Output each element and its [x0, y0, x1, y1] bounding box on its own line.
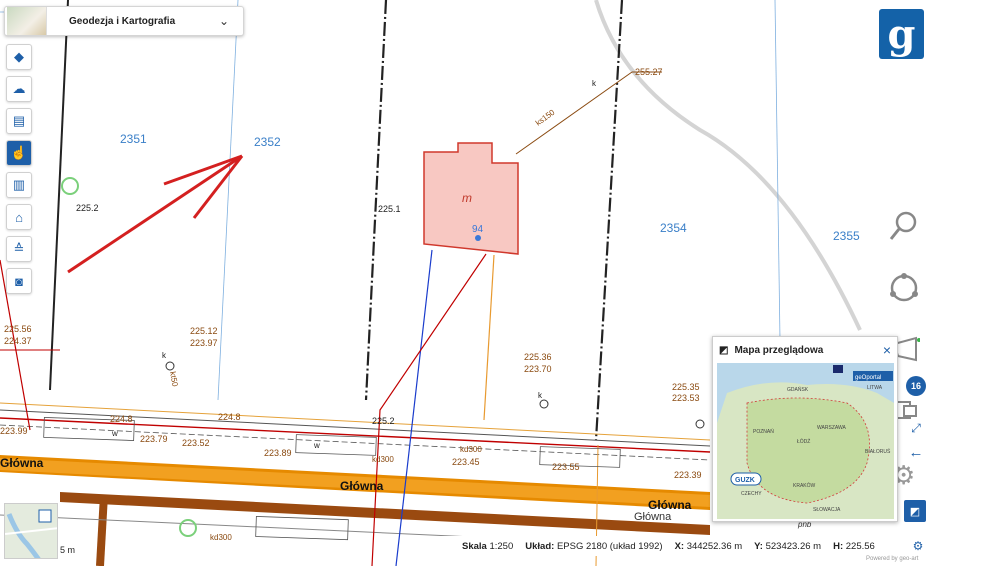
region-label: KRAKÓW: [793, 482, 816, 489]
street-name: Główna: [0, 456, 44, 470]
height-label: 225.2: [372, 416, 395, 426]
height-label: 223.89: [264, 448, 292, 458]
overview-toggle-icon[interactable]: ◩: [904, 500, 926, 522]
region-label: ŁÓDŹ: [797, 438, 810, 445]
height-label: 223.97: [190, 338, 218, 348]
height-label: 224.8: [110, 414, 133, 424]
building-number: 94: [472, 224, 484, 235]
scale-bar-label: 5 m: [60, 545, 76, 555]
h-value: 225.56: [845, 540, 875, 552]
sunrise-icon[interactable]: ≙: [6, 236, 32, 262]
region-label: WARSZAWA: [817, 425, 847, 431]
geoportal-logo[interactable]: g: [879, 9, 924, 59]
region-label: POZNAŃ: [753, 428, 774, 435]
height-label: 223.39: [674, 470, 702, 480]
network-icon[interactable]: [886, 270, 922, 313]
building-label: m: [462, 191, 472, 205]
y-value: 523423.26 m: [765, 540, 822, 552]
layer-selector[interactable]: Geodezja i Kartografia ⌄: [4, 6, 244, 36]
height-label: 223.70: [524, 364, 552, 374]
region-label: CZECHY: [741, 491, 762, 497]
home-euro-icon[interactable]: ⌂: [6, 204, 32, 230]
pointer-hand-icon[interactable]: ☝: [6, 140, 32, 166]
chevron-down-icon[interactable]: ⌄: [219, 14, 229, 28]
system-value[interactable]: EPSG 2180 (układ 1992): [557, 541, 663, 552]
cloud-icon[interactable]: ☁: [6, 76, 32, 102]
region-label: GDAŃSK: [787, 386, 809, 393]
misc-label: kd300: [210, 533, 232, 542]
overview-brand: geOportal: [855, 375, 881, 381]
misc-label: kd300: [372, 455, 394, 464]
parcel-label: 2355: [833, 229, 860, 243]
height-label: 223.79: [140, 434, 168, 444]
height-label: 225.1: [378, 204, 401, 214]
location-minimap[interactable]: [4, 503, 58, 559]
scale-label: Skala: [462, 540, 487, 552]
region-label: SŁOWACJA: [813, 507, 841, 513]
search-icon[interactable]: [888, 208, 922, 249]
left-toolbar: ◆ ☁ ▤ ☝ ▥ ⌂ ≙ ◙: [6, 44, 32, 294]
statusbar-settings-icon[interactable]: ⚙: [908, 536, 928, 556]
height-label: 255.27: [635, 67, 663, 77]
layer-thumbnail: [7, 7, 47, 35]
parcel-label: 2352: [254, 135, 281, 149]
close-icon[interactable]: ×: [883, 342, 891, 358]
powered-by: Powered by geo-art: [866, 556, 919, 562]
x-value: 344252.36 m: [686, 540, 743, 552]
height-label: 225.36: [524, 352, 552, 362]
region-label: LITWA: [867, 385, 883, 391]
misc-label: w: [111, 429, 118, 438]
overview-title: Mapa przeglądowa: [734, 344, 824, 356]
system-label: Układ:: [525, 540, 555, 552]
height-label: 223.99: [0, 426, 28, 436]
region-label: BIAŁORUŚ: [865, 447, 891, 455]
misc-label: w: [313, 441, 320, 450]
overview-map-panel[interactable]: ◩ Mapa przeglądowa × geOportal GUZK LITW…: [712, 336, 898, 522]
height-label: 223.52: [182, 438, 210, 448]
y-label: Y:: [754, 540, 763, 552]
height-label: 224.8: [218, 412, 241, 422]
counter-badge[interactable]: 16: [906, 376, 926, 396]
print-icon[interactable]: ▤: [6, 108, 32, 134]
misc-label: kd300: [460, 445, 482, 454]
overview-badge: GUZK: [735, 477, 755, 484]
camera-icon[interactable]: ◙: [6, 268, 32, 294]
street-name-small: Główna: [634, 511, 672, 523]
status-bar: Skala 1:250 Układ: EPSG 2180 (układ 1992…: [440, 536, 925, 556]
street-name: Główna: [648, 498, 692, 512]
street-name: Główna: [340, 479, 384, 493]
layers-icon[interactable]: ◆: [6, 44, 32, 70]
overview-map-icon: ◩: [719, 344, 729, 356]
overview-mini-map[interactable]: geOportal GUZK LITWA WARSZAWA ŁÓDŹ POZNA…: [717, 363, 894, 519]
height-label: 225.2: [76, 203, 99, 213]
height-label: 224.37: [4, 336, 32, 346]
parcel-label: 2354: [660, 221, 687, 235]
h-label: H:: [833, 540, 844, 552]
height-label: 225.35: [672, 382, 700, 392]
x-label: X:: [674, 540, 685, 552]
height-label: 223.45: [452, 457, 480, 467]
back-arrow-icon[interactable]: ←: [906, 442, 926, 462]
height-label: 225.56: [4, 324, 32, 334]
scale-value[interactable]: 1:250: [489, 541, 513, 552]
parcel-label: 2351: [120, 132, 147, 146]
clipboard-icon[interactable]: ▥: [6, 172, 32, 198]
height-label: 223.53: [672, 393, 700, 403]
height-label: 225.12: [190, 326, 218, 336]
height-label: 223.55: [552, 462, 580, 472]
layer-title: Geodezja i Kartografia: [69, 15, 176, 27]
fullscreen-icon[interactable]: ⤢: [906, 418, 926, 438]
